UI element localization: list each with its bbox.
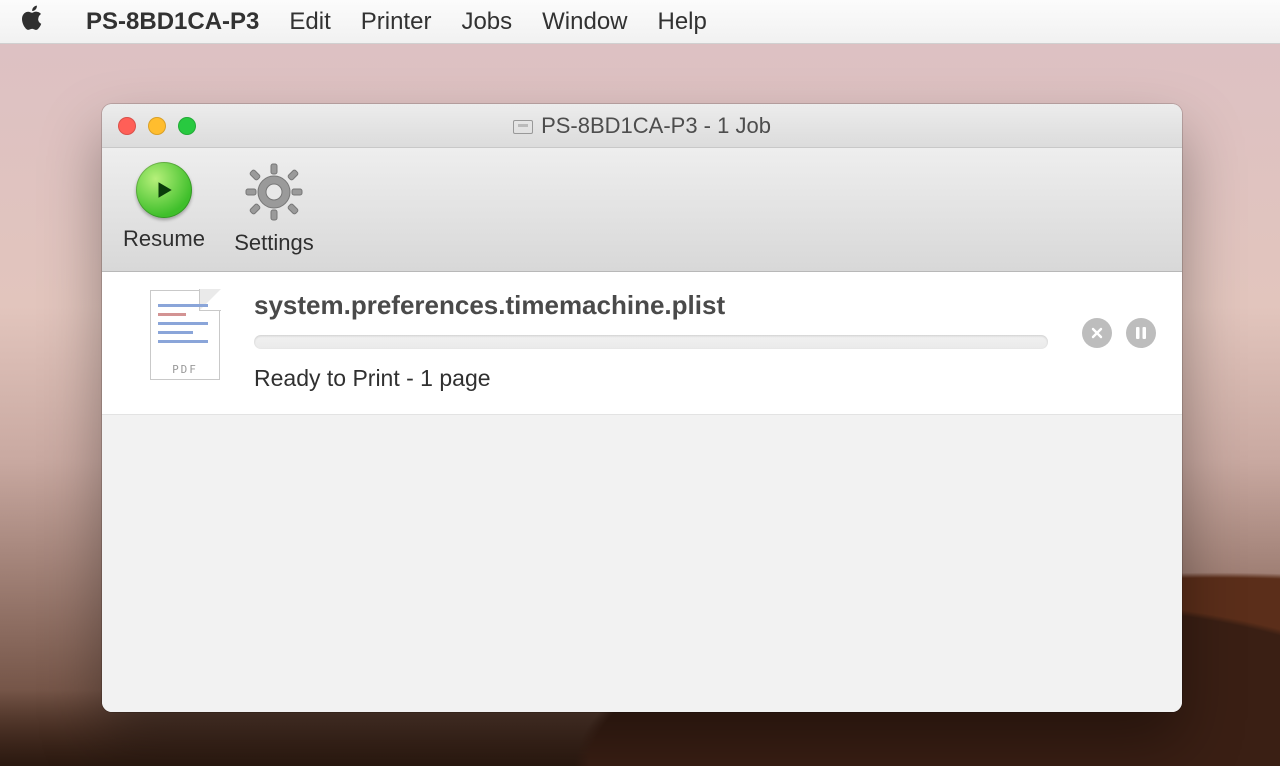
job-status-text: Ready to Print - 1 page [254, 365, 1048, 392]
window-titlebar[interactable]: PS-8BD1CA-P3 - 1 Job [102, 104, 1182, 148]
menu-printer[interactable]: Printer [361, 8, 432, 36]
menu-window[interactable]: Window [542, 8, 627, 36]
resume-button[interactable]: Resume [112, 162, 216, 252]
menu-edit[interactable]: Edit [289, 8, 330, 36]
printer-proxy-icon [513, 120, 533, 134]
menubar-app-name[interactable]: PS-8BD1CA-P3 [86, 8, 259, 36]
menu-jobs[interactable]: Jobs [461, 8, 512, 36]
window-traffic-lights [118, 117, 196, 135]
window-title-text: PS-8BD1CA-P3 - 1 Job [541, 113, 771, 138]
printer-queue-window: PS-8BD1CA-P3 - 1 Job Resume [102, 104, 1182, 712]
resume-label: Resume [123, 226, 205, 252]
document-ext-label: PDF [150, 363, 220, 376]
minimize-window-button[interactable] [148, 117, 166, 135]
menu-help[interactable]: Help [658, 8, 707, 36]
document-icon: PDF [150, 290, 220, 380]
close-window-button[interactable] [118, 117, 136, 135]
apple-menu-icon[interactable] [22, 5, 46, 38]
job-progress-bar [254, 335, 1048, 349]
cancel-job-button[interactable] [1082, 318, 1112, 348]
settings-button[interactable]: Settings [222, 162, 326, 256]
settings-label: Settings [234, 230, 314, 256]
print-job-row[interactable]: PDF system.preferences.timemachine.plist… [102, 272, 1182, 415]
gear-icon [244, 162, 304, 222]
job-filename: system.preferences.timemachine.plist [254, 290, 1048, 321]
zoom-window-button[interactable] [178, 117, 196, 135]
toolbar: Resume [102, 148, 1182, 272]
pause-job-button[interactable] [1126, 318, 1156, 348]
window-title: PS-8BD1CA-P3 - 1 Job [102, 113, 1182, 139]
play-icon [136, 162, 192, 218]
job-list: PDF system.preferences.timemachine.plist… [102, 272, 1182, 712]
menubar: PS-8BD1CA-P3 Edit Printer Jobs Window He… [0, 0, 1280, 44]
